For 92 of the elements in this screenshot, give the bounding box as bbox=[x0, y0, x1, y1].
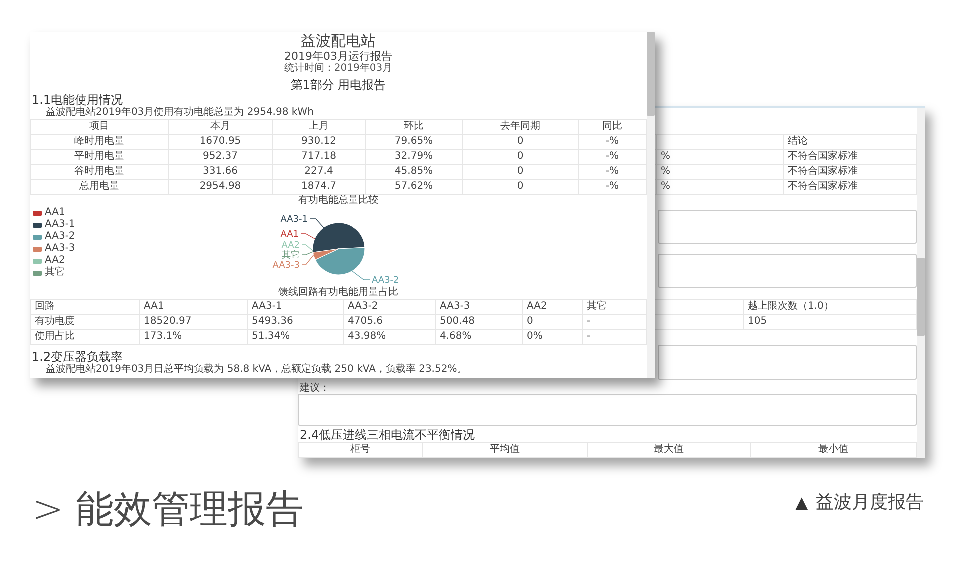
table-cell: 717.18 bbox=[273, 150, 366, 165]
table-cell: 500.48 bbox=[436, 315, 523, 330]
table-cell: 45.85% bbox=[366, 165, 463, 180]
table-cell: AA3-3 bbox=[436, 300, 523, 315]
table-cell: 谷时用电量 bbox=[31, 165, 169, 180]
table-cell: 不符合国家标准 bbox=[784, 150, 917, 164]
table-cell: 0 bbox=[463, 135, 579, 150]
table-cell: AA2 bbox=[523, 300, 583, 315]
report-title: 益波配电站 bbox=[300, 32, 377, 50]
slice-label: AA2 bbox=[281, 241, 300, 251]
table-cell: 173.1% bbox=[140, 330, 248, 345]
table-cell: 331.66 bbox=[169, 165, 273, 180]
product-label: 益波月度报告 bbox=[816, 491, 924, 514]
table-cell: 57.62% bbox=[366, 180, 463, 195]
column-header: 上月 bbox=[273, 120, 366, 135]
table-cell: 越上限次数（1.0） bbox=[744, 300, 917, 316]
column-header: 项目 bbox=[31, 120, 169, 135]
table-cell: 1874.7 bbox=[273, 180, 366, 195]
text-area[interactable] bbox=[658, 254, 917, 288]
table-cell: 0% bbox=[523, 330, 583, 345]
table-cell: 4.68% bbox=[436, 330, 523, 345]
table-cell: 有功电度 bbox=[31, 315, 140, 330]
table-cell: 930.12 bbox=[273, 135, 366, 150]
table-cell: 回路 bbox=[31, 300, 140, 315]
legend-label: AA3-1 bbox=[45, 219, 76, 231]
slice-label: AA1 bbox=[280, 230, 298, 240]
table-cell: 51.34% bbox=[248, 330, 344, 345]
table-cell: 0 bbox=[463, 165, 579, 180]
table-cell: 峰时用电量 bbox=[31, 135, 169, 150]
slice-label: AA3-1 bbox=[280, 215, 308, 225]
table-cell: % bbox=[657, 180, 784, 194]
legend-label: AA3-2 bbox=[45, 231, 76, 243]
table-cell: 227.4 bbox=[273, 165, 366, 180]
column-header: 环比 bbox=[366, 120, 463, 135]
chart-caption: 馈线回路有功电能用量占比 bbox=[278, 287, 400, 299]
legend-label: AA3-3 bbox=[45, 243, 76, 255]
text-area[interactable] bbox=[298, 394, 917, 426]
table-cell: 952.37 bbox=[169, 150, 273, 165]
table-cell: 0 bbox=[463, 150, 579, 165]
legend-label: 其它 bbox=[45, 267, 65, 279]
table-cell: 不符合国家标准 bbox=[784, 180, 917, 194]
table-cell: 105 bbox=[744, 315, 917, 330]
leader-line bbox=[300, 234, 315, 240]
table-cell: AA1 bbox=[140, 300, 248, 315]
summary-text: 益波配电站2019年03月使用有功电能总量为 2954.98 kWh bbox=[45, 107, 315, 119]
scrollbar[interactable] bbox=[647, 32, 655, 378]
table-cell: % bbox=[657, 164, 784, 180]
legend-label: AA1 bbox=[45, 207, 66, 219]
slice-label: AA3-2 bbox=[372, 276, 399, 286]
summary-text: 益波配电站2019年03月日总平均负载为 58.8 kVA，总额定负载 250 kVA，负载率 23.52%。 bbox=[45, 364, 468, 376]
section-heading: 2.4低压进线三相电流不平衡情况 bbox=[299, 428, 476, 442]
section-heading: 1.1电能使用情况 bbox=[31, 93, 124, 107]
table-cell: 43.98% bbox=[344, 330, 436, 345]
table-cell: 5493.36 bbox=[248, 315, 344, 330]
text-area[interactable] bbox=[658, 210, 917, 244]
chart-title: 有功电能总量比较 bbox=[298, 195, 380, 207]
leader-line bbox=[309, 218, 324, 228]
table-cell: 2954.98 bbox=[169, 180, 273, 195]
table-cell: 1670.95 bbox=[169, 135, 273, 150]
column-header: 最大值 bbox=[588, 442, 751, 458]
text-area[interactable] bbox=[658, 345, 917, 380]
column-header: 平均值 bbox=[423, 442, 588, 458]
table-cell: AA3-1 bbox=[248, 300, 344, 315]
slice-label: 其它 bbox=[282, 251, 300, 261]
report-period: 统计时间：2019年03月 bbox=[283, 63, 394, 75]
column-header: 去年同期 bbox=[463, 120, 579, 135]
field-label: 建议： bbox=[299, 382, 330, 394]
legend-label: AA2 bbox=[45, 255, 66, 266]
table-cell: 18520.97 bbox=[140, 315, 248, 330]
table-cell: 0 bbox=[523, 315, 583, 330]
triangle-marker: ▲ bbox=[796, 492, 808, 512]
table-cell: 平时用电量 bbox=[31, 150, 169, 165]
table-cell: 79.65% bbox=[366, 135, 463, 150]
table-cell: 4705.6 bbox=[344, 315, 436, 330]
table-cell: 不符合国家标准 bbox=[784, 164, 917, 180]
table-cell: 0 bbox=[463, 180, 579, 195]
report-subtitle: 2019年03月运行报告 bbox=[284, 50, 394, 63]
slice-label: AA3-3 bbox=[272, 261, 300, 271]
table-cell: 使用占比 bbox=[31, 330, 140, 345]
column-header: 柜号 bbox=[299, 442, 423, 458]
table-cell: 32.79% bbox=[366, 150, 463, 165]
section-heading: 1.2变压器负载率 bbox=[31, 350, 124, 364]
table-cell: % bbox=[657, 150, 784, 164]
table-cell: 结论 bbox=[784, 134, 917, 150]
caption-text: > 能效管理报告 bbox=[32, 486, 304, 533]
leader-line bbox=[351, 270, 370, 280]
part-title: 第1部分 用电报告 bbox=[290, 78, 388, 93]
scrollbar[interactable] bbox=[917, 108, 925, 458]
column-header: 最小值 bbox=[751, 442, 917, 458]
column-header: 本月 bbox=[169, 120, 273, 135]
table-cell: AA3-2 bbox=[344, 300, 436, 315]
table-cell: 总用电量 bbox=[31, 180, 169, 195]
